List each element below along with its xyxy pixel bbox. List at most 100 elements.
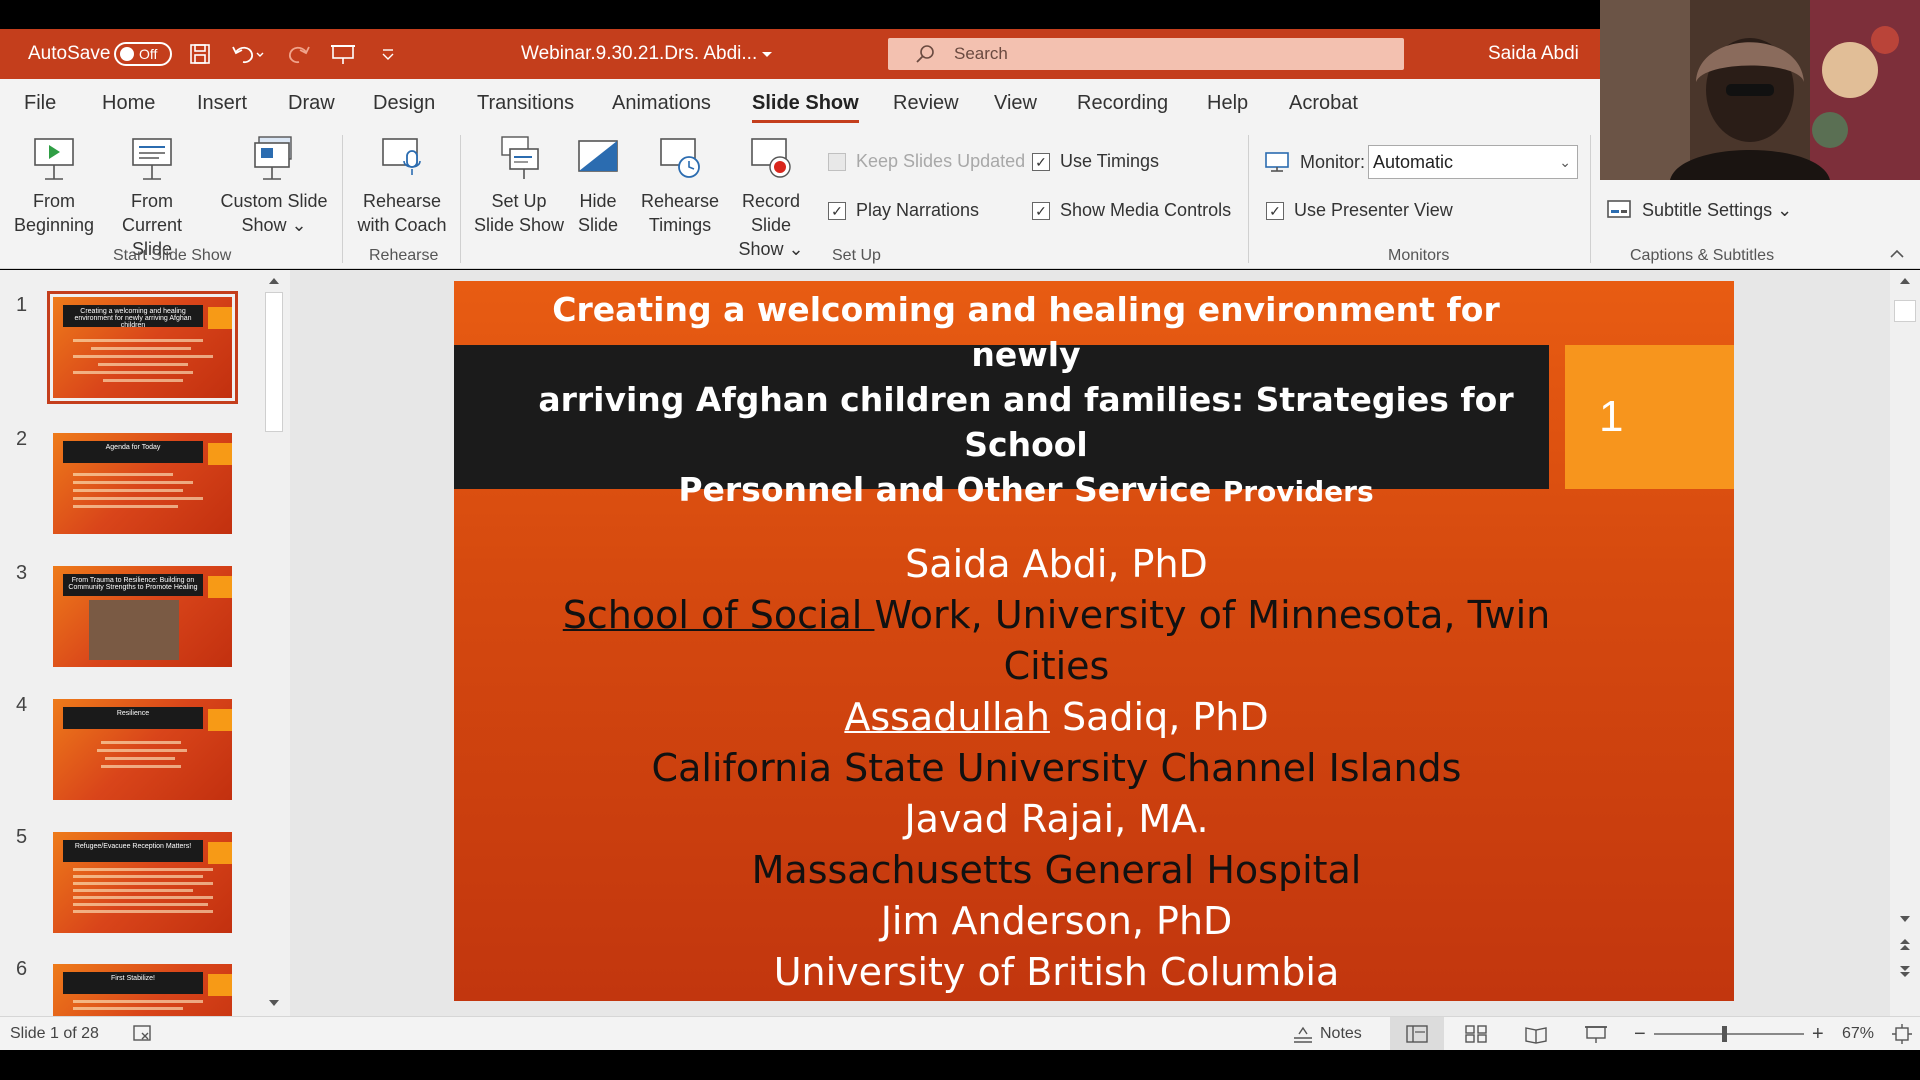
hide-slide-line1: Hide [579,191,617,211]
slide-thumbnail[interactable]: Creating a welcoming and healing environ… [47,291,238,404]
from-current-line1: From [131,191,173,211]
search-box[interactable]: Search [888,38,1404,70]
custom-slide-show-button[interactable]: Custom Slide Show ⌄ [214,135,334,237]
slide-thumbnail[interactable]: Agenda for Today [53,433,232,534]
use-timings-checkbox[interactable]: ✓ Use Timings [1032,151,1159,172]
scroll-up-icon[interactable] [268,276,280,286]
autosave-toggle[interactable]: Off [114,42,172,66]
notes-icon [1294,1026,1312,1043]
keep-slides-updated-checkbox[interactable]: Keep Slides Updated [828,151,1025,172]
tab-recording[interactable]: Recording [1077,79,1168,127]
from-beginning-line1: From [33,191,75,211]
rehearse-timings-line1: Rehearse [640,191,720,211]
slide-sorter-icon[interactable] [1464,1017,1488,1051]
group-label-start-slide-show: Start Slide Show [113,247,232,264]
zoom-slider[interactable] [1654,1017,1804,1051]
canvas-scrollbar[interactable] [1890,270,1920,1016]
hide-slide-button[interactable]: Hide Slide [566,135,630,237]
slide-body-text[interactable]: Saida Abdi, PhD School of Social Work, U… [454,539,1659,998]
document-title[interactable]: Webinar.9.30.21.Drs. Abdi... [521,29,757,79]
record-show-line1: Record Slide [741,191,801,235]
next-slide-icon[interactable] [1899,964,1911,978]
subtitle-settings-button[interactable]: Subtitle Settings ⌄ [1606,199,1792,221]
title-dropdown-icon[interactable] [760,29,774,79]
ribbon-tab-bar: File Home Insert Draw Design Transitions… [0,79,1600,127]
user-name[interactable]: Saida Abdi [1488,29,1579,79]
tab-insert[interactable]: Insert [197,79,247,127]
notes-button[interactable]: Notes [1292,1017,1362,1051]
scroll-down-icon[interactable] [268,998,280,1008]
presenter-affiliation-underlined: School of Social [562,593,875,637]
tab-slide-show[interactable]: Slide Show [752,79,859,127]
scrollbar-thumb[interactable] [265,292,283,432]
checkbox-box [828,152,846,171]
previous-slide-icon[interactable] [1899,938,1911,952]
set-up-slide-show-button[interactable]: Set Up Slide Show [470,135,568,237]
scroll-down-icon[interactable] [1899,914,1911,924]
thumbnail-title: First Stabilize! [63,972,203,994]
rehearse-with-coach-button[interactable]: Rehearse with Coach [352,135,452,237]
slide-thumbnail[interactable]: From Trauma to Resilience: Building on C… [53,566,232,667]
checkbox-box: ✓ [1266,201,1284,220]
present-icon[interactable] [330,29,356,79]
undo-icon[interactable] [230,29,264,79]
thumbnail-title: From Trauma to Resilience: Building on C… [63,574,203,596]
slide-thumbnail[interactable]: First Stabilize! [53,964,232,1016]
toggle-knob [120,47,134,61]
tab-home[interactable]: Home [102,79,155,127]
presenter-name: Sadiq, PhD [1049,695,1269,739]
accessibility-icon[interactable] [132,1017,154,1051]
show-media-controls-checkbox[interactable]: ✓ Show Media Controls [1032,200,1231,221]
tab-file[interactable]: File [24,79,56,127]
screen-bottom-border [0,1050,1920,1080]
tab-acrobat[interactable]: Acrobat [1289,79,1358,127]
zoom-out-icon[interactable]: − [1634,1017,1646,1051]
from-current-slide-button[interactable]: From Current Slide [100,135,204,261]
slide-title-small-word: Providers [1222,475,1374,508]
monitor-select[interactable]: Automatic ⌄ [1368,145,1578,179]
scroll-up-icon[interactable] [1899,276,1911,286]
slide-title-line: Personnel and Other Service [678,470,1212,509]
collapse-ribbon-icon[interactable] [1888,245,1906,268]
thumbnail-number: 5 [16,826,28,848]
save-icon[interactable] [188,29,212,79]
scrollbar-thumb[interactable] [1894,300,1916,322]
tab-review[interactable]: Review [893,79,959,127]
tab-design[interactable]: Design [373,79,435,127]
status-bar: Slide 1 of 28 Notes − + 67% [0,1016,1920,1051]
slide-counter[interactable]: Slide 1 of 28 [10,1017,99,1051]
tab-view[interactable]: View [994,79,1037,127]
play-narrations-checkbox[interactable]: ✓ Play Narrations [828,200,979,221]
custom-show-line2: Show ⌄ [241,215,307,235]
from-beginning-button[interactable]: From Beginning [14,135,94,237]
customize-toolbar-icon[interactable] [380,29,396,79]
tab-help[interactable]: Help [1207,79,1248,127]
current-slide[interactable]: 1 Creating a welcoming and healing envir… [454,281,1734,1001]
play-narrations-label: Play Narrations [856,200,980,220]
ribbon-separator [342,135,343,263]
record-slide-show-button[interactable]: Record Slide Show ⌄ [720,135,822,261]
tab-transitions[interactable]: Transitions [477,79,574,127]
redo-icon[interactable] [286,29,312,79]
zoom-level[interactable]: 67% [1842,1017,1874,1051]
zoom-slider-handle[interactable] [1722,1026,1727,1042]
setup-show-icon [501,136,539,179]
slide-title[interactable]: Creating a welcoming and healing environ… [526,287,1526,514]
subtitles-icon [1607,200,1631,218]
presenter-affiliation: Work, University of Minnesota, Twin [874,593,1551,637]
group-label-rehearse: Rehearse [369,247,439,264]
tab-draw[interactable]: Draw [288,79,335,127]
search-icon [916,45,934,63]
normal-view-icon[interactable] [1390,1017,1444,1051]
slide-thumbnail[interactable]: Resilience [53,699,232,800]
use-presenter-view-checkbox[interactable]: ✓ Use Presenter View [1266,200,1453,221]
from-beginning-line2: Beginning [13,215,95,235]
tab-animations[interactable]: Animations [612,79,711,127]
thumbnail-scrollbar[interactable] [262,270,286,1016]
rehearse-timings-button[interactable]: Rehearse Timings [634,135,726,237]
fit-to-window-icon[interactable] [1890,1017,1914,1051]
zoom-in-icon[interactable]: + [1812,1017,1824,1051]
reading-view-icon[interactable] [1524,1017,1548,1051]
slide-thumbnail[interactable]: Refugee/Evacuee Reception Matters! [53,832,232,933]
slideshow-view-icon[interactable] [1584,1017,1608,1051]
